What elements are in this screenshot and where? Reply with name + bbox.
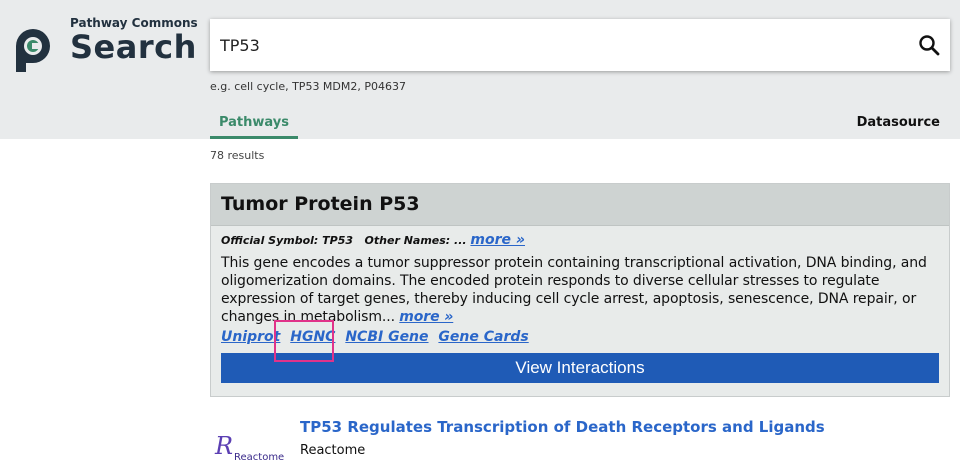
search-input[interactable] xyxy=(220,19,900,71)
gene-description-text: This gene encodes a tumor suppressor pro… xyxy=(221,255,927,325)
header: Pathway Commons Search e.g. cell cycle, … xyxy=(0,0,960,139)
search-example: e.g. cell cycle, TP53 MDM2, P04637 xyxy=(210,80,407,93)
gene-cards-link[interactable]: Gene Cards xyxy=(438,329,528,345)
hgnc-highlight-box xyxy=(274,320,334,362)
ncbi-gene-link[interactable]: NCBI Gene xyxy=(345,329,428,345)
reactome-logo: R Reactome xyxy=(214,432,284,462)
other-names-more-link[interactable]: more » xyxy=(470,232,525,248)
gene-description: This gene encodes a tumor suppressor pro… xyxy=(221,254,941,326)
pathway-commons-logo[interactable] xyxy=(12,26,54,74)
search-icon[interactable] xyxy=(918,34,940,56)
official-symbol: Official Symbol: TP53 xyxy=(221,234,354,247)
brand-title: Search xyxy=(70,28,197,66)
reactome-logo-text: Reactome xyxy=(234,452,284,462)
results-count: 78 results xyxy=(210,149,265,162)
search-box xyxy=(210,19,950,71)
gene-card-title: Tumor Protein P53 xyxy=(221,193,420,215)
uniprot-link[interactable]: Uniprot xyxy=(221,329,280,345)
result-title-link[interactable]: TP53 Regulates Transcription of Death Re… xyxy=(300,418,825,436)
gene-info-card: Tumor Protein P53 Official Symbol: TP53 … xyxy=(210,183,950,397)
tab-pathways[interactable]: Pathways xyxy=(210,110,298,139)
gene-symbol-line: Official Symbol: TP53 Other Names: ... m… xyxy=(221,232,941,248)
other-names: Other Names: ... xyxy=(364,234,467,247)
tab-datasource[interactable]: Datasource xyxy=(857,115,940,130)
result-source: Reactome xyxy=(300,443,366,458)
svg-text:R: R xyxy=(214,432,233,460)
description-more-link[interactable]: more » xyxy=(399,309,453,325)
